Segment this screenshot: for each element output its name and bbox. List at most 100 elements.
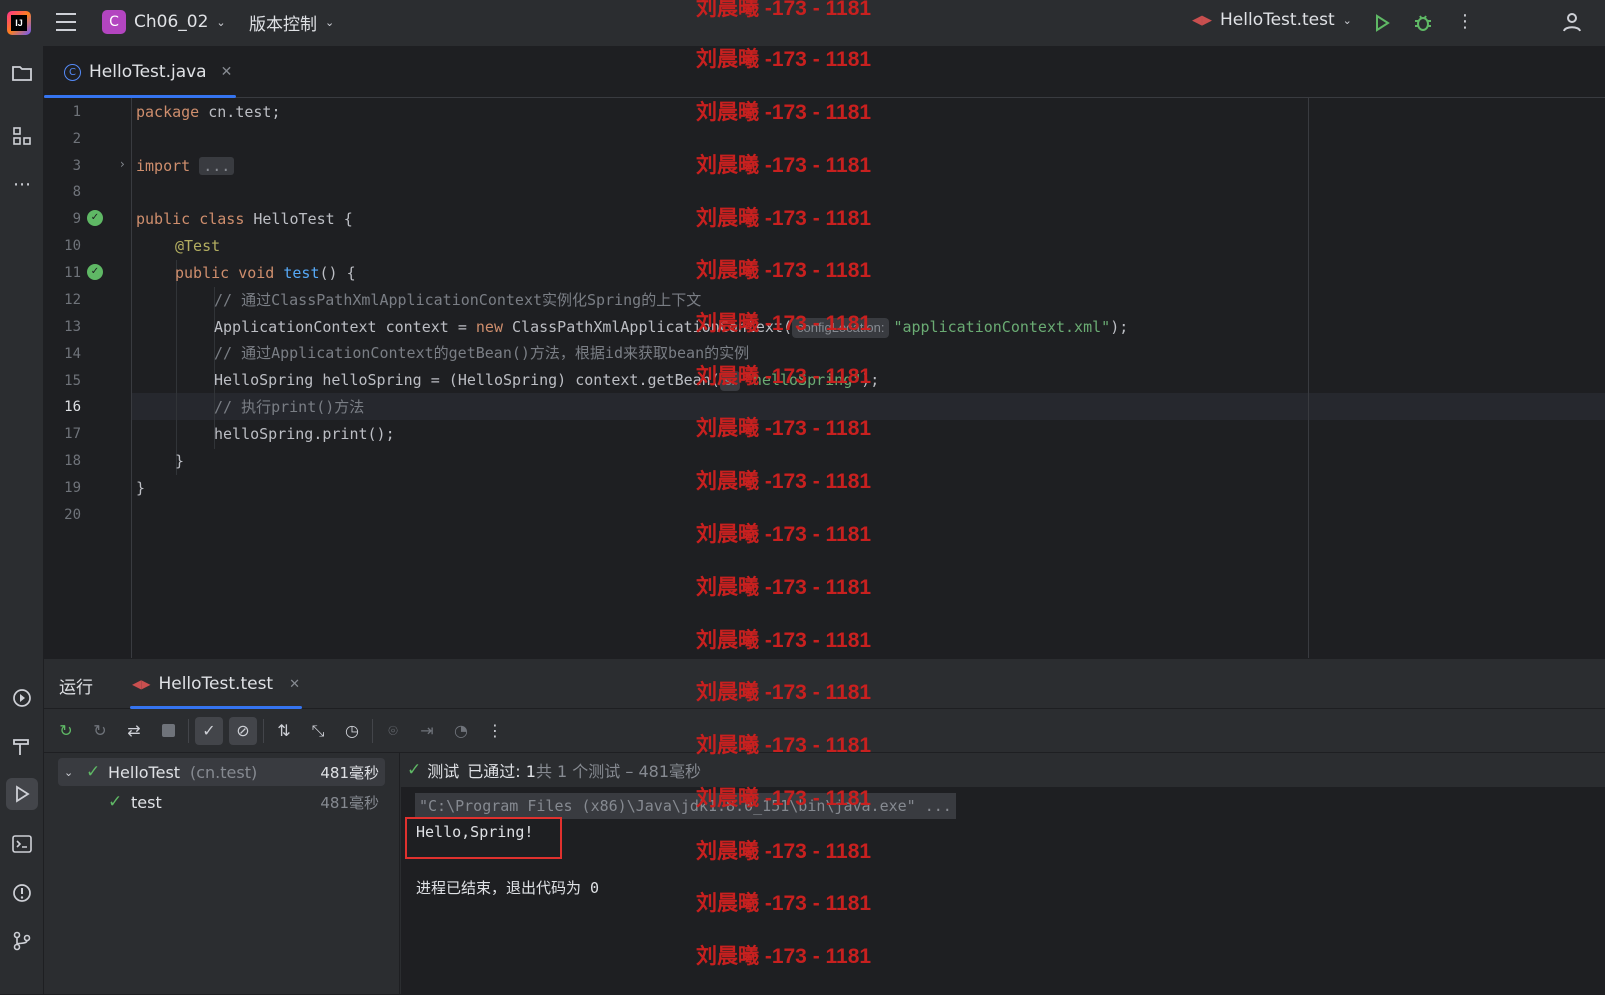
test-class-time: 481毫秒: [320, 763, 379, 782]
structure-icon[interactable]: [6, 120, 38, 152]
line-number: 1: [72, 104, 81, 120]
run-config-selector[interactable]: ◀▶ HelloTest.test ⌄: [1192, 10, 1352, 30]
code-line-10: @Test: [175, 237, 221, 255]
pass-check-icon: ✓: [407, 760, 422, 780]
stop-icon[interactable]: [154, 717, 182, 745]
problems-icon[interactable]: [6, 877, 38, 909]
test-config-icon: ◀▶: [132, 677, 151, 691]
show-passed-icon[interactable]: ✓: [195, 716, 223, 745]
close-icon[interactable]: ✕: [289, 677, 300, 692]
test-method-time: 481毫秒: [320, 793, 379, 812]
console-output-line: Hello,Spring!: [416, 823, 534, 841]
line-number: 19: [64, 480, 81, 496]
terminal-icon[interactable]: [6, 828, 38, 860]
line-number: 2: [72, 131, 81, 147]
code-line-16: // 执行print()方法: [214, 398, 365, 416]
test-status-bar: ✓ 测试 已通过: 1 共 1 个测试 – 481毫秒: [401, 753, 1605, 787]
main-menu-icon[interactable]: [56, 13, 76, 31]
vcs-selector[interactable]: 版本控制 ⌄: [249, 10, 334, 35]
code-area[interactable]: package cn.test; import ... public class…: [132, 98, 1605, 658]
test-history-icon[interactable]: ◷: [338, 717, 366, 745]
indent-guide: [176, 260, 177, 475]
status-summary: 共 1 个测试 – 481毫秒: [535, 762, 702, 781]
line-number: 15: [64, 373, 81, 389]
run-tool-icon[interactable]: [6, 778, 38, 810]
param-hint: s:: [719, 371, 740, 391]
toolbar-separator: [188, 718, 189, 743]
chevron-down-icon: ⌄: [325, 16, 335, 29]
test-class-package: (cn.test): [190, 762, 258, 782]
toggle-auto-test-icon[interactable]: ⇄: [120, 717, 148, 745]
chevron-down-icon[interactable]: ⌄: [64, 766, 73, 779]
run-panel-tabs: 运行 ◀▶ HelloTest.test ✕: [44, 659, 1605, 709]
tree-row-test[interactable]: ✓ test 481毫秒: [58, 788, 385, 816]
project-badge: C: [102, 10, 126, 34]
line-number: 18: [64, 453, 81, 469]
test-class-name: HelloTest: [108, 762, 181, 782]
console-output[interactable]: ✓ 测试 已通过: 1 共 1 个测试 – 481毫秒 "C:\Program …: [401, 753, 1605, 995]
code-line-14: // 通过ApplicationContext的getBean()方法，根据id…: [214, 344, 750, 362]
more-options-icon[interactable]: ⋮: [1456, 12, 1474, 32]
line-number: 14: [64, 346, 81, 362]
close-icon[interactable]: ✕: [221, 64, 233, 80]
project-name: Ch06_02: [134, 12, 209, 32]
coverage-icon[interactable]: ◔: [447, 717, 475, 745]
editor-tabs: C HelloTest.java ✕: [44, 46, 1605, 98]
play-icon: [1376, 14, 1390, 32]
line-number: 8: [72, 184, 81, 200]
pass-check-icon: ✓: [86, 762, 101, 782]
import-tests-icon[interactable]: ⇥: [413, 717, 441, 745]
right-margin-guide: [1308, 98, 1309, 658]
user-icon[interactable]: [1560, 10, 1584, 34]
vcs-label: 版本控制: [249, 15, 317, 35]
code-line-9: public class HelloTest {: [136, 210, 353, 228]
chevron-down-icon: ⌄: [1342, 13, 1352, 27]
line-number: 12: [64, 292, 81, 308]
console-exit-line: 进程已结束，退出代码为 0: [416, 879, 600, 897]
run-config-name: HelloTest.test: [1220, 10, 1335, 30]
tree-row-hellotest[interactable]: ⌄ ✓ HelloTest (cn.test) 481毫秒: [58, 758, 385, 786]
test-method-name: test: [131, 792, 162, 812]
rerun-failed-icon[interactable]: ↻: [86, 717, 114, 745]
test-results-tree: ⌄ ✓ HelloTest (cn.test) 481毫秒 ✓ test 481…: [44, 753, 400, 995]
tab-hellotest-test[interactable]: ◀▶ HelloTest.test ✕: [126, 659, 306, 709]
left-toolbar: ⋯: [0, 46, 44, 994]
run-tool-window: 运行 ◀▶ HelloTest.test ✕ ↻ ↻ ⇄ ✓ ⊘ ⇅ ⤡ ◷ ⌾…: [44, 658, 1605, 995]
debug-button[interactable]: [1411, 11, 1435, 35]
project-folder-icon[interactable]: [6, 57, 38, 89]
code-line-11: public void test() {: [175, 264, 356, 282]
tab-file-name: HelloTest.java: [89, 62, 207, 82]
project-selector[interactable]: C Ch06_02 ⌄: [102, 10, 226, 34]
run-tab-label: HelloTest.test: [158, 674, 274, 694]
tab-hellotest-java[interactable]: C HelloTest.java ✕: [58, 46, 238, 98]
sort-icon[interactable]: ⇅: [270, 717, 298, 745]
run-test-class-icon[interactable]: ✓: [87, 210, 103, 226]
app-logo-icon[interactable]: IJ: [7, 11, 31, 35]
services-icon[interactable]: [6, 682, 38, 714]
more-options-icon[interactable]: ⋮: [481, 717, 509, 745]
folded-imports[interactable]: ...: [199, 157, 235, 175]
code-line-17: helloSpring.print();: [214, 425, 395, 443]
line-number: 3: [72, 158, 81, 174]
run-button[interactable]: [1370, 11, 1394, 35]
git-branch-icon[interactable]: [6, 925, 38, 957]
show-ignored-icon[interactable]: ⊘: [229, 716, 257, 745]
param-hint: configLocation:: [791, 318, 890, 338]
collapse-all-icon[interactable]: ⤡: [304, 717, 332, 745]
run-test-method-icon[interactable]: ✓: [87, 264, 103, 280]
code-line-3: import ...: [136, 153, 235, 179]
line-number: 11: [64, 265, 81, 281]
console-command-line: "C:\Program Files (x86)\Java\jdk1.8.0_15…: [415, 793, 956, 819]
rerun-icon[interactable]: ↻: [52, 717, 80, 745]
run-toolbar: ↻ ↻ ⇄ ✓ ⊘ ⇅ ⤡ ◷ ⌾ ⇥ ◔ ⋮: [44, 709, 1605, 753]
more-tools-icon[interactable]: ⋯: [6, 168, 38, 200]
class-icon: C: [64, 63, 81, 81]
line-number: 17: [64, 426, 81, 442]
camera-icon[interactable]: ⌾: [379, 717, 407, 745]
build-hammer-icon[interactable]: [6, 731, 38, 763]
line-number: 20: [64, 507, 81, 523]
run-panel-title: 运行: [59, 678, 93, 698]
title-bar: IJ C Ch06_02 ⌄ 版本控制 ⌄ ◀▶ HelloTest.test …: [0, 0, 1605, 46]
fold-arrow-icon[interactable]: ›: [120, 157, 125, 171]
code-line-1: package cn.test;: [136, 103, 281, 121]
